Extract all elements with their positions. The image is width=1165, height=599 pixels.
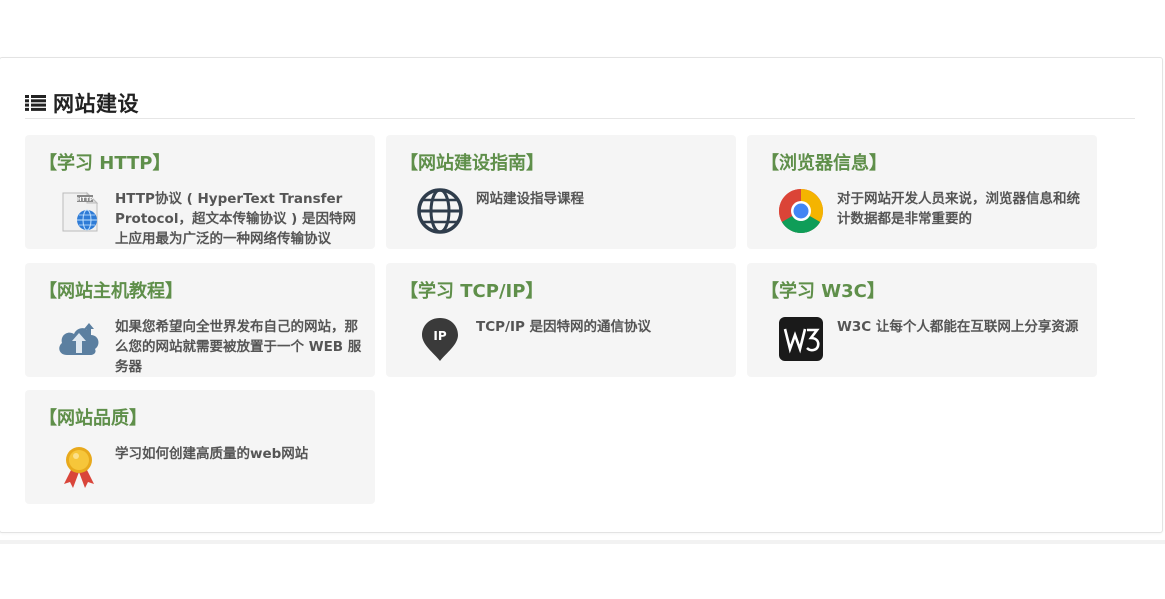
card-learn-http[interactable]: 【学习 HTTP】 HTTP HTTP协议 ( HyperText Transf… (25, 135, 375, 249)
card-learn-tcpip[interactable]: 【学习 TCP/IP】 IP TCP/IP 是因特网的通信协议 (386, 263, 736, 377)
card-title: 【网站建设指南】 (400, 153, 544, 174)
svg-text:HTTP: HTTP (77, 197, 93, 203)
card-title: 【学习 W3C】 (761, 281, 885, 302)
card-description: TCP/IP 是因特网的通信协议 (476, 319, 652, 335)
card-description: 学习如何创建高质量的web网站 (115, 446, 309, 462)
card-website-quality[interactable]: 【网站品质】 学习如何创建高质量的web网站 (25, 390, 375, 504)
card-website-guide[interactable]: 【网站建设指南】 网站建设指导课程 (386, 135, 736, 249)
card-description: HTTP协议 ( HyperText Transfer Protocol，超文本… (115, 191, 357, 247)
card-title: 【网站主机教程】 (39, 281, 183, 302)
w3c-icon (777, 315, 825, 363)
http-document-icon: HTTP (55, 187, 103, 235)
card-description: 网站建设指导课程 (476, 191, 584, 207)
chrome-icon (777, 187, 825, 235)
card-description: W3C 让每个人都能在互联网上分享资源 (837, 319, 1079, 335)
section-heading: 网站建设 (25, 90, 1135, 119)
ip-pin-icon: IP (416, 315, 464, 363)
award-ribbon-icon (55, 442, 103, 490)
page-bottom-band (0, 540, 1165, 544)
card-browser-info[interactable]: 【浏览器信息】 对于网站开发人员来说，浏览器信息和统计数据都是非常重要的 (747, 135, 1097, 249)
list-icon (25, 95, 46, 111)
card-title: 【学习 HTTP】 (39, 153, 171, 174)
card-title: 【学习 TCP/IP】 (400, 281, 544, 302)
card-learn-w3c[interactable]: 【学习 W3C】 W3C 让每个人都能在互联网上分享资源 (747, 263, 1097, 377)
cloud-upload-icon (55, 315, 103, 363)
globe-icon (416, 187, 464, 235)
card-hosting-tutorial[interactable]: 【网站主机教程】 如果您希望向全世界发布自己的网站，那么您的网站就需要被放置于一… (25, 263, 375, 377)
card-title: 【网站品质】 (39, 408, 147, 429)
svg-text:IP: IP (433, 329, 446, 343)
section-title: 网站建设 (53, 92, 139, 116)
card-description: 对于网站开发人员来说，浏览器信息和统计数据都是非常重要的 (837, 191, 1080, 227)
card-description: 如果您希望向全世界发布自己的网站，那么您的网站就需要被放置于一个 WEB 服务器 (115, 319, 362, 375)
card-title: 【浏览器信息】 (761, 153, 887, 174)
